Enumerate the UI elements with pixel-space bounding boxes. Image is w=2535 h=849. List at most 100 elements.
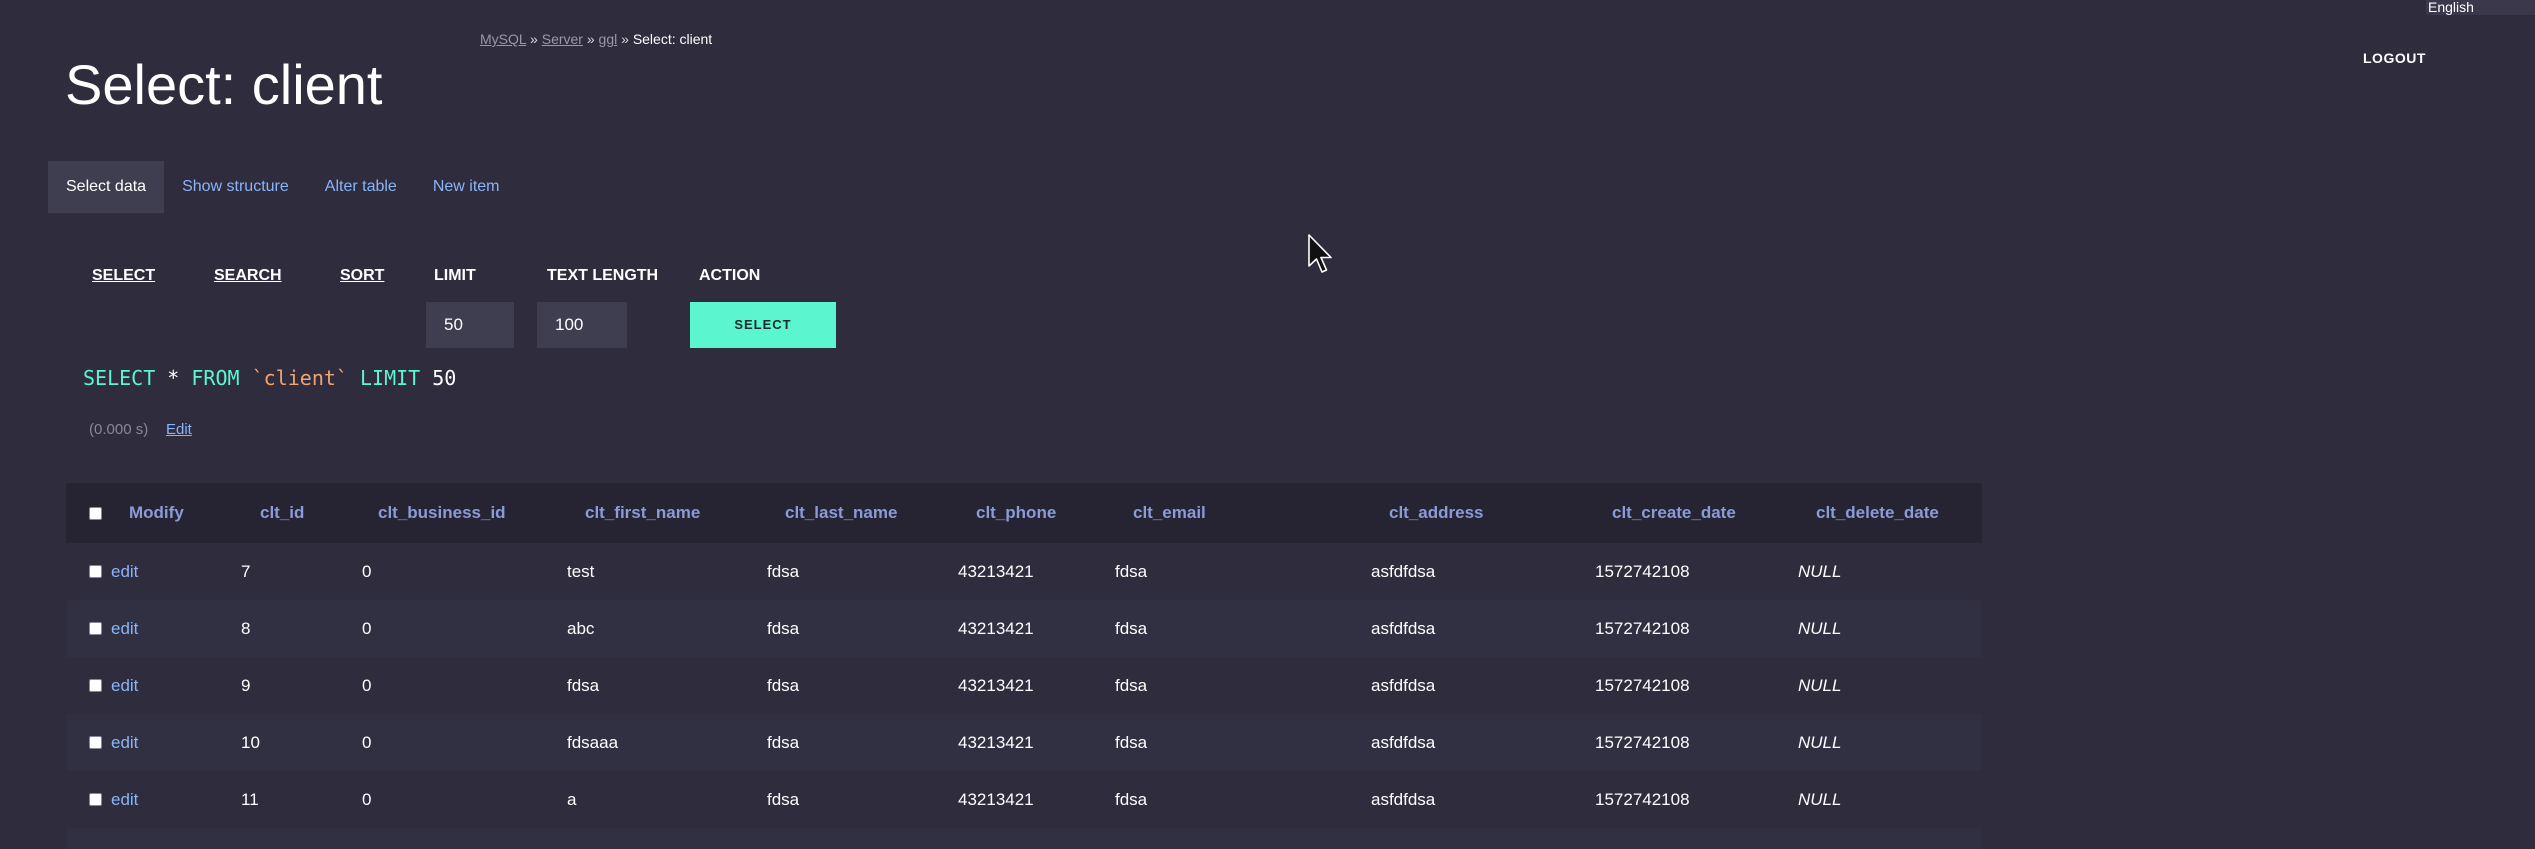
table-row: edit 10 0 fdsaaa fdsa 43213421 fdsa asfd… bbox=[66, 714, 1982, 771]
tab-select-data[interactable]: Select data bbox=[48, 161, 165, 213]
column-header[interactable]: clt_phone bbox=[976, 483, 1056, 543]
cell-clt-delete-date: NULL bbox=[1798, 732, 1842, 752]
sort-toggle[interactable]: SORT bbox=[340, 267, 384, 285]
column-header[interactable]: clt_email bbox=[1133, 483, 1206, 543]
cell-clt-last-name: fdsa bbox=[767, 732, 800, 752]
cell-clt-business-id: 0 bbox=[362, 732, 372, 752]
cell-clt-address: asfdfdsa bbox=[1371, 561, 1436, 581]
edit-query-link[interactable]: Edit bbox=[166, 421, 192, 438]
cell-clt-address: asfdfdsa bbox=[1371, 732, 1436, 752]
cell-clt-id: 11 bbox=[241, 789, 259, 809]
row-edit-link[interactable]: edit bbox=[111, 543, 138, 600]
row-checkbox[interactable] bbox=[89, 565, 102, 578]
cell-clt-email: fdsa bbox=[1115, 789, 1148, 809]
cell-clt-id: 9 bbox=[241, 675, 251, 695]
cell-clt-id: 10 bbox=[241, 732, 260, 752]
sql-query: SELECT * FROM `client` LIMIT 50 bbox=[83, 366, 456, 390]
cell-clt-email: fdsa bbox=[1115, 732, 1148, 752]
cell-clt-business-id: 0 bbox=[362, 789, 372, 809]
cell-clt-email: fdsa bbox=[1115, 561, 1148, 581]
cell-clt-delete-date: NULL bbox=[1798, 618, 1842, 638]
cell-clt-id: 8 bbox=[241, 618, 251, 638]
table-row: edit 11 0 a fdsa 43213421 fdsa asfdfdsa … bbox=[66, 771, 1982, 828]
cell-clt-delete-date: NULL bbox=[1798, 675, 1842, 695]
cell-clt-delete-date: NULL bbox=[1798, 789, 1842, 809]
page-title: Select: client bbox=[65, 53, 383, 116]
row-edit-link[interactable]: edit bbox=[111, 657, 138, 714]
select-columns-toggle[interactable]: SELECT bbox=[92, 267, 155, 285]
breadcrumb-link-database[interactable]: ggl bbox=[599, 31, 618, 47]
row-checkbox[interactable] bbox=[89, 622, 102, 635]
search-toggle[interactable]: SEARCH bbox=[214, 267, 282, 285]
cell-clt-create-date: 1572742108 bbox=[1595, 561, 1690, 581]
sql-limit-value: 50 bbox=[432, 366, 457, 390]
language-selected-value: English bbox=[2428, 0, 2474, 15]
select-all-checkbox[interactable] bbox=[89, 507, 102, 520]
cell-clt-email: fdsa bbox=[1115, 675, 1148, 695]
column-header[interactable]: Modify bbox=[129, 483, 184, 543]
cell-clt-first-name: a bbox=[567, 789, 577, 809]
column-header[interactable]: clt_delete_date bbox=[1816, 483, 1939, 543]
cell-clt-create-date: 1572742108 bbox=[1595, 618, 1690, 638]
row-edit-link[interactable]: edit bbox=[111, 600, 138, 657]
breadcrumb: MySQL » Server » ggl » Select: client bbox=[480, 31, 712, 47]
row-checkbox[interactable] bbox=[89, 679, 102, 692]
column-header[interactable]: clt_first_name bbox=[585, 483, 700, 543]
column-header[interactable]: clt_create_date bbox=[1612, 483, 1736, 543]
table-header-row: Modify clt_id clt_business_id clt_first_… bbox=[66, 483, 1982, 543]
cell-clt-phone: 43213421 bbox=[958, 789, 1034, 809]
cell-clt-create-date: 1572742108 bbox=[1595, 675, 1690, 695]
sql-keyword: LIMIT bbox=[359, 366, 421, 390]
sql-keyword: FROM bbox=[191, 366, 240, 390]
column-header[interactable]: clt_id bbox=[260, 483, 304, 543]
breadcrumb-link-server[interactable]: Server bbox=[542, 31, 583, 47]
breadcrumb-link-mysql[interactable]: MySQL bbox=[480, 31, 526, 47]
tab-new-item[interactable]: New item bbox=[415, 161, 518, 213]
cell-clt-address: asfdfdsa bbox=[1371, 618, 1436, 638]
sql-keyword: SELECT bbox=[83, 366, 156, 390]
cell-clt-first-name: abc bbox=[567, 618, 595, 638]
tab-show-structure[interactable]: Show structure bbox=[164, 161, 307, 213]
cell-clt-first-name: test bbox=[567, 561, 595, 581]
row-checkbox[interactable] bbox=[89, 736, 102, 749]
cell-clt-create-date: 1572742108 bbox=[1595, 732, 1690, 752]
limit-input[interactable]: 50 bbox=[426, 302, 514, 348]
cell-clt-last-name: fdsa bbox=[767, 789, 800, 809]
cell-clt-delete-date: NULL bbox=[1798, 561, 1842, 581]
table-row bbox=[66, 828, 1982, 849]
table-row: edit 7 0 test fdsa 43213421 fdsa asfdfds… bbox=[66, 543, 1982, 600]
row-edit-link[interactable]: edit bbox=[111, 771, 138, 828]
breadcrumb-separator: » bbox=[621, 31, 629, 47]
cell-clt-phone: 43213421 bbox=[958, 675, 1034, 695]
column-header[interactable]: clt_last_name bbox=[785, 483, 897, 543]
cell-clt-create-date: 1572742108 bbox=[1595, 789, 1690, 809]
select-button[interactable]: SELECT bbox=[690, 302, 836, 348]
cell-clt-address: asfdfdsa bbox=[1371, 675, 1436, 695]
cell-clt-phone: 43213421 bbox=[958, 732, 1034, 752]
cell-clt-first-name: fdsaaa bbox=[567, 732, 619, 752]
cell-clt-last-name: fdsa bbox=[767, 675, 800, 695]
table-tabs: Select data Show structure Alter table N… bbox=[48, 161, 518, 213]
cell-clt-business-id: 0 bbox=[362, 675, 372, 695]
query-timing: (0.000 s) bbox=[89, 421, 149, 438]
cell-clt-last-name: fdsa bbox=[767, 618, 800, 638]
logout-button[interactable]: LOGOUT bbox=[2363, 50, 2426, 66]
table-row: edit 9 0 fdsa fdsa 43213421 fdsa asfdfds… bbox=[66, 657, 1982, 714]
limit-label: LIMIT bbox=[434, 267, 476, 284]
cell-clt-first-name: fdsa bbox=[567, 675, 600, 695]
action-label: ACTION bbox=[699, 267, 761, 284]
breadcrumb-separator: » bbox=[530, 31, 538, 47]
breadcrumb-separator: » bbox=[586, 31, 595, 47]
results-table: Modify clt_id clt_business_id clt_first_… bbox=[66, 483, 1982, 849]
text-length-input[interactable]: 100 bbox=[537, 302, 627, 348]
cell-clt-email: fdsa bbox=[1115, 618, 1148, 638]
row-edit-link[interactable]: edit bbox=[111, 714, 138, 771]
tab-alter-table[interactable]: Alter table bbox=[307, 161, 415, 213]
column-header[interactable]: clt_business_id bbox=[378, 483, 506, 543]
cell-clt-address: asfdfdsa bbox=[1371, 789, 1436, 809]
row-checkbox[interactable] bbox=[89, 793, 102, 806]
language-select[interactable]: English bbox=[2426, 0, 2535, 15]
cell-clt-business-id: 0 bbox=[362, 618, 372, 638]
cell-clt-business-id: 0 bbox=[362, 561, 372, 581]
column-header[interactable]: clt_address bbox=[1389, 483, 1484, 543]
